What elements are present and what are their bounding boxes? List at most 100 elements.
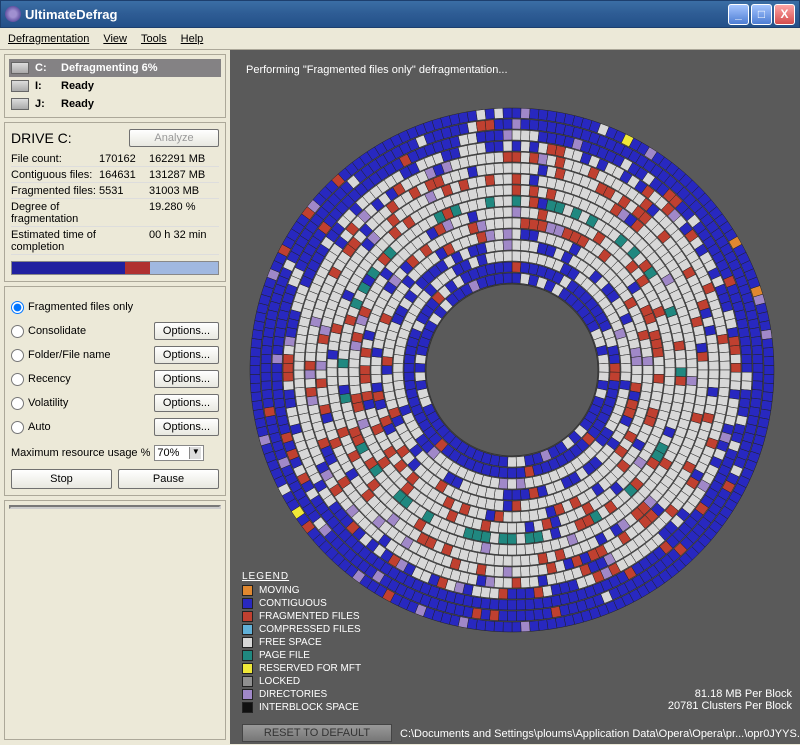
options-folder[interactable]: Options... xyxy=(154,346,219,364)
legend-swatch xyxy=(242,689,253,700)
radio-folder-input[interactable] xyxy=(11,349,24,362)
radio-auto-input[interactable] xyxy=(11,421,24,434)
legend-label: PAGE FILE xyxy=(259,650,310,661)
drive-row-j[interactable]: J: Ready xyxy=(9,95,221,113)
radio-auto[interactable]: Auto xyxy=(11,421,51,434)
disk-visualization[interactable] xyxy=(242,100,782,640)
drive-letter: I: xyxy=(35,80,55,92)
legend-swatch xyxy=(242,676,253,687)
legend-row: PAGE FILE xyxy=(242,649,361,662)
legend-label: FREE SPACE xyxy=(259,637,322,648)
progress-bar xyxy=(11,261,219,275)
radio-volatility[interactable]: Volatility xyxy=(11,397,68,410)
label-degree: Degree of fragmentation xyxy=(11,201,99,225)
legend-row: RESERVED FOR MFT xyxy=(242,662,361,675)
stats-panel: DRIVE C: Analyze File count:170162162291… xyxy=(4,122,226,282)
close-button[interactable]: X xyxy=(774,4,795,25)
label-eta: Estimated time of completion xyxy=(11,229,99,253)
radio-recency[interactable]: Recency xyxy=(11,373,71,386)
menubar: Defragmentation View Tools Help xyxy=(0,28,800,50)
val-frag: 5531 xyxy=(99,185,149,197)
legend-row: FREE SPACE xyxy=(242,636,361,649)
content: C: Defragmenting 6% I: Ready J: Ready DR… xyxy=(0,50,800,744)
options-recency[interactable]: Options... xyxy=(154,370,219,388)
drive-status: Ready xyxy=(61,98,94,110)
analyze-button[interactable]: Analyze xyxy=(129,129,219,147)
app-icon xyxy=(5,6,21,22)
radio-consolidate[interactable]: Consolidate xyxy=(11,325,86,338)
progress-seg-contig xyxy=(12,262,125,274)
val-eta: 00 h 32 min xyxy=(149,229,219,253)
drive-icon xyxy=(11,62,29,74)
drive-row-i[interactable]: I: Ready xyxy=(9,77,221,95)
radio-volatility-input[interactable] xyxy=(11,397,24,410)
maximize-button[interactable]: □ xyxy=(751,4,772,25)
radio-folder[interactable]: Folder/File name xyxy=(11,349,111,362)
menu-defragmentation[interactable]: Defragmentation xyxy=(8,33,89,45)
radio-frag-only-input[interactable] xyxy=(11,301,24,314)
log-area xyxy=(9,505,221,509)
legend-swatch xyxy=(242,624,253,635)
footer-path: C:\Documents and Settings\ploums\Applica… xyxy=(400,728,792,740)
options-auto[interactable]: Options... xyxy=(154,418,219,436)
minimize-button[interactable]: _ xyxy=(728,4,749,25)
legend-row: CONTIGUOUS xyxy=(242,597,361,610)
resource-combo[interactable]: 70%▼ xyxy=(154,445,204,461)
main-view: Performing "Fragmented files only" defra… xyxy=(230,50,800,744)
legend-row: FRAGMENTED FILES xyxy=(242,610,361,623)
pause-button[interactable]: Pause xyxy=(118,469,219,489)
methods-panel: Fragmented files only Consolidate Options… xyxy=(4,286,226,496)
options-volatility[interactable]: Options... xyxy=(154,394,219,412)
menu-view[interactable]: View xyxy=(103,33,127,45)
resource-value: 70% xyxy=(157,447,179,459)
drive-letter: C: xyxy=(35,62,55,74)
mb-per-block: 81.18 MB Per Block xyxy=(668,688,792,700)
drive-status: Defragmenting 6% xyxy=(61,62,158,74)
legend-label: INTERBLOCK SPACE xyxy=(259,702,359,713)
drive-icon xyxy=(11,80,29,92)
titlebar: UltimateDefrag _ □ X xyxy=(0,0,800,28)
stop-button[interactable]: Stop xyxy=(11,469,112,489)
stats-drive-title: DRIVE C: xyxy=(11,130,72,146)
menu-help[interactable]: Help xyxy=(181,33,204,45)
drive-row-c[interactable]: C: Defragmenting 6% xyxy=(9,59,221,77)
progress-seg-free xyxy=(150,262,218,274)
reset-button[interactable]: RESET TO DEFAULT xyxy=(242,724,392,742)
options-consolidate[interactable]: Options... xyxy=(154,322,219,340)
label-filecount: File count: xyxy=(11,153,99,165)
window-controls: _ □ X xyxy=(728,4,795,25)
val-filecount-mb: 162291 MB xyxy=(149,153,219,165)
legend-swatch xyxy=(242,611,253,622)
legend-label: MOVING xyxy=(259,585,300,596)
menu-tools[interactable]: Tools xyxy=(141,33,167,45)
label-contig: Contiguous files: xyxy=(11,169,99,181)
label-resource: Maximum resource usage % xyxy=(11,447,150,459)
label-frag: Fragmented files: xyxy=(11,185,99,197)
legend-swatch xyxy=(242,702,253,713)
legend-swatch xyxy=(242,585,253,596)
window-title: UltimateDefrag xyxy=(25,7,728,22)
defrag-status-text: Performing "Fragmented files only" defra… xyxy=(246,64,508,76)
drive-icon xyxy=(11,98,29,110)
legend-label: COMPRESSED FILES xyxy=(259,624,361,635)
legend-label: RESERVED FOR MFT xyxy=(259,663,361,674)
legend-swatch xyxy=(242,637,253,648)
legend-swatch xyxy=(242,650,253,661)
radio-recency-input[interactable] xyxy=(11,373,24,386)
legend-row: MOVING xyxy=(242,584,361,597)
val-contig-mb: 131287 MB xyxy=(149,169,219,181)
legend-swatch xyxy=(242,663,253,674)
val-filecount: 170162 xyxy=(99,153,149,165)
footer-stats: 81.18 MB Per Block 20781 Clusters Per Bl… xyxy=(668,688,792,712)
legend-row: INTERBLOCK SPACE xyxy=(242,701,361,714)
drive-letter: J: xyxy=(35,98,55,110)
legend-label: DIRECTORIES xyxy=(259,689,327,700)
radio-frag-only[interactable]: Fragmented files only xyxy=(11,301,133,314)
legend-label: FRAGMENTED FILES xyxy=(259,611,360,622)
clusters-per-block: 20781 Clusters Per Block xyxy=(668,700,792,712)
legend-swatch xyxy=(242,598,253,609)
radio-consolidate-input[interactable] xyxy=(11,325,24,338)
drive-list: C: Defragmenting 6% I: Ready J: Ready xyxy=(4,54,226,118)
drive-status: Ready xyxy=(61,80,94,92)
log-panel xyxy=(4,500,226,740)
